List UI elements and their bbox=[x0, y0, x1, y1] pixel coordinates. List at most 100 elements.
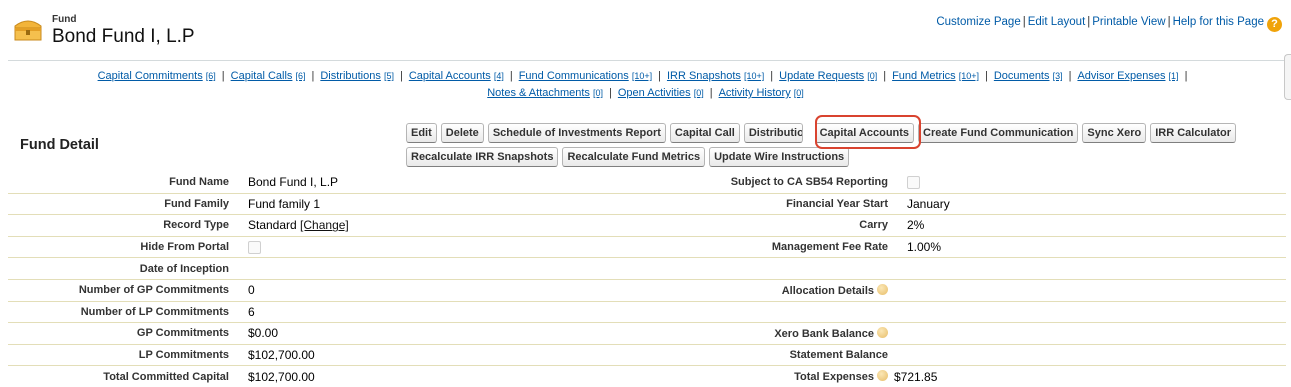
related-link-label[interactable]: Notes & Attachments bbox=[487, 87, 590, 99]
schedule-of-investments-report-button[interactable]: Schedule of Investments Report bbox=[487, 123, 666, 143]
detail-table: Fund Name Bond Fund I, L.P Subject to CA S… bbox=[8, 172, 1286, 387]
related-link-label[interactable]: Documents bbox=[994, 70, 1050, 82]
related-link-count[interactable]: [0] bbox=[794, 88, 804, 98]
related-link-capital-commitments[interactable]: Capital Commitments [6] bbox=[98, 70, 216, 82]
field-value-text: 0 bbox=[248, 283, 255, 298]
info-icon[interactable] bbox=[877, 326, 888, 338]
related-link-count[interactable]: [3] bbox=[1053, 71, 1063, 81]
related-link-label[interactable]: Activity History bbox=[719, 87, 791, 99]
field-label: Allocation Details bbox=[688, 283, 891, 297]
page-header: Fund Bond Fund I, L.P Customize Page | Edi… bbox=[12, 10, 1282, 50]
recalculate-fund-metrics-button[interactable]: Recalculate Fund Metrics bbox=[562, 147, 706, 167]
record-title: Bond Fund I, L.P bbox=[52, 26, 195, 47]
field-value: Fund family 1 bbox=[248, 197, 688, 211]
link-separator: | bbox=[311, 70, 315, 82]
related-link-count[interactable]: [4] bbox=[494, 71, 504, 81]
field-label: Number of GP Commitments bbox=[78, 284, 229, 297]
capital-call-button[interactable]: Capital Call bbox=[669, 123, 740, 143]
edit-layout-link[interactable]: Edit Layout bbox=[1028, 16, 1086, 28]
printable-view-link[interactable]: Printable View bbox=[1092, 16, 1165, 28]
checkbox-icon bbox=[907, 176, 920, 190]
detail-row: GP Commitments $0.00 Xero Bank Balance bbox=[8, 323, 1286, 345]
link-separator: | bbox=[709, 87, 713, 99]
field-value: 0 bbox=[248, 283, 688, 297]
related-link-count[interactable]: [0] bbox=[593, 88, 603, 98]
related-link-irr-snapshots[interactable]: IRR Snapshots [10+] bbox=[667, 70, 764, 82]
field-label: Record Type bbox=[163, 219, 229, 232]
detail-row: Fund Name Bond Fund I, L.P Subject to CA S… bbox=[8, 172, 1286, 194]
question-mark-icon[interactable]: ? bbox=[1267, 17, 1282, 32]
checkbox-icon bbox=[248, 241, 261, 255]
related-link-label[interactable]: Update Requests bbox=[779, 70, 864, 82]
link-separator: | bbox=[399, 70, 403, 82]
button-row-2: Recalculate IRR Snapshots Recalculate Fu… bbox=[406, 147, 1236, 167]
button-bar: Edit Delete Schedule of Investments Repo… bbox=[406, 123, 1236, 171]
related-link-count[interactable]: [1] bbox=[1169, 71, 1179, 81]
detail-row: LP Commitments $102,700.00 Statement Balan… bbox=[8, 345, 1286, 367]
sync-xero-button[interactable]: Sync Xero bbox=[1082, 123, 1147, 143]
info-icon[interactable] bbox=[877, 283, 888, 295]
detail-row: Number of LP Commitments 6 bbox=[8, 302, 1286, 324]
detail-row: Hide From Portal Management Fee Rate 1.00% bbox=[8, 237, 1286, 259]
detail-row: Date of Inception bbox=[8, 258, 1286, 280]
related-link-label[interactable]: Open Activities bbox=[618, 87, 691, 99]
field-value-text: 1.00% bbox=[907, 240, 942, 255]
update-wire-instructions-button[interactable]: Update Wire Instructions bbox=[709, 147, 850, 167]
related-link-label[interactable]: IRR Snapshots bbox=[667, 70, 741, 82]
related-link-label[interactable]: Capital Commitments bbox=[98, 70, 203, 82]
irr-calculator-button[interactable]: IRR Calculator bbox=[1150, 123, 1236, 143]
related-link-capital-accounts[interactable]: Capital Accounts [4] bbox=[409, 70, 504, 82]
link-separator: | bbox=[883, 70, 887, 82]
recalculate-irr-snapshots-button[interactable]: Recalculate IRR Snapshots bbox=[406, 147, 559, 167]
field-label: Carry bbox=[859, 219, 888, 232]
related-link-activity-history[interactable]: Activity History [0] bbox=[719, 87, 804, 99]
field-value-text: $0.00 bbox=[248, 326, 279, 341]
field-label-text: Allocation Details bbox=[781, 284, 874, 297]
field-value: Bond Fund I, L.P bbox=[248, 175, 688, 189]
change-record-type-link[interactable]: [Change] bbox=[300, 218, 349, 232]
related-link-count[interactable]: [5] bbox=[384, 71, 394, 81]
create-fund-communication-button[interactable]: Create Fund Communication bbox=[918, 123, 1079, 143]
related-link-notes-attachments[interactable]: Notes & Attachments [0] bbox=[487, 87, 603, 99]
capital-accounts-button[interactable]: Capital Accounts bbox=[814, 123, 915, 143]
link-separator: | bbox=[1184, 70, 1188, 82]
distributions-button[interactable]: Distributions bbox=[743, 123, 803, 143]
field-label: Xero Bank Balance bbox=[688, 326, 891, 340]
related-link-count[interactable]: [6] bbox=[206, 71, 216, 81]
related-link-capital-calls[interactable]: Capital Calls [6] bbox=[231, 70, 306, 82]
related-link-count[interactable]: [10+] bbox=[959, 71, 979, 81]
related-link-open-activities[interactable]: Open Activities [0] bbox=[618, 87, 704, 99]
related-link-count[interactable]: [6] bbox=[295, 71, 305, 81]
field-value-text: Fund family 1 bbox=[248, 196, 321, 211]
related-link-count[interactable]: [10+] bbox=[632, 71, 652, 81]
delete-button[interactable]: Delete bbox=[440, 123, 484, 143]
related-link-label[interactable]: Fund Metrics bbox=[892, 70, 956, 82]
related-link-label[interactable]: Advisor Expenses bbox=[1077, 70, 1165, 82]
customize-page-link[interactable]: Customize Page bbox=[936, 16, 1020, 28]
related-link-documents[interactable]: Documents [3] bbox=[994, 70, 1063, 82]
link-separator: | bbox=[658, 70, 661, 82]
related-link-count[interactable]: [0] bbox=[867, 71, 877, 81]
related-link-fund-metrics[interactable]: Fund Metrics [10+] bbox=[892, 70, 979, 82]
field-value-text: $102,700.00 bbox=[248, 369, 315, 384]
field-value-text: Bond Fund I, L.P bbox=[248, 175, 339, 190]
edit-button[interactable]: Edit bbox=[406, 123, 437, 143]
info-icon[interactable] bbox=[877, 370, 888, 382]
field-label: GP Commitments bbox=[136, 327, 229, 340]
help-link[interactable]: Help for this Page bbox=[1173, 16, 1264, 28]
treasure-chest-icon bbox=[14, 20, 42, 41]
related-link-label[interactable]: Capital Calls bbox=[231, 70, 293, 82]
field-label: Total Committed Capital bbox=[103, 370, 229, 383]
related-link-label[interactable]: Capital Accounts bbox=[409, 70, 491, 82]
field-value-text: Standard bbox=[248, 218, 297, 233]
related-link-advisor-expenses[interactable]: Advisor Expenses [1] bbox=[1077, 70, 1178, 82]
related-link-update-requests[interactable]: Update Requests [0] bbox=[779, 70, 877, 82]
link-separator: | bbox=[221, 70, 225, 82]
related-link-distributions[interactable]: Distributions [5] bbox=[320, 70, 394, 82]
related-link-count[interactable]: [0] bbox=[694, 88, 704, 98]
related-link-fund-communications[interactable]: Fund Communications [10+] bbox=[519, 70, 652, 82]
related-link-label[interactable]: Distributions bbox=[320, 70, 381, 82]
related-link-count[interactable]: [10+] bbox=[744, 71, 764, 81]
related-link-label[interactable]: Fund Communications bbox=[519, 70, 629, 82]
field-label: Fund Name bbox=[169, 176, 229, 189]
